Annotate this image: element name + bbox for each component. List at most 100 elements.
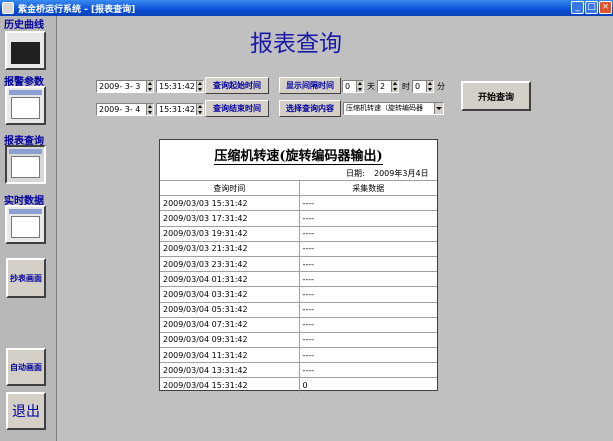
table-row: 2009/03/03 21:31:42 ---- [160,240,437,257]
start-time-spin-icon[interactable] [196,81,203,92]
start-time-picker[interactable]: 15:31:42 [156,80,204,93]
end-time-value: 15:31:42 [159,105,195,114]
column-header-value: 采集数据 [299,179,437,196]
content-selected-value: 压缩机转速（旋转编码器 [346,104,423,112]
end-date-value: 2009- 3- 4 [99,105,141,114]
row-value-cell: ---- [299,195,437,211]
row-value-cell: ---- [299,286,437,302]
report-thumbnail-header [9,149,42,154]
report-table: 查询时间 采集数据 2009/03/03 15:31:42 ---- 2009/03… [160,179,437,394]
minimize-button[interactable]: _ [571,1,584,14]
table-row: 2009/03/04 13:31:42 ---- [160,362,437,378]
row-time-cell: 2009/03/04 07:31:42 [160,316,300,333]
report-table-body: 2009/03/03 15:31:42 ---- 2009/03/03 17:31:… [160,195,437,394]
content-select[interactable]: 压缩机转速（旋转编码器 [343,102,444,115]
table-row: 2009/03/03 15:31:42 ---- [160,195,437,211]
window-title: 紫金桥运行系统 - [报表查询] [18,4,136,15]
interval-minutes-value: 0 [415,82,421,91]
end-date-picker[interactable]: 2009- 3- 4 [96,103,154,116]
row-value-cell: ---- [299,362,437,378]
unit-minute-label: 分 [437,82,445,91]
report-date-value: 2009年3月4日 [374,169,429,178]
row-value-cell: ---- [299,240,437,257]
row-time-cell: 2009/03/04 13:31:42 [160,362,300,378]
close-button[interactable]: × [599,1,612,14]
table-row: 2009/03/03 19:31:42 ---- [160,225,437,242]
row-value-cell: 0 [299,377,437,394]
row-time-cell: 2009/03/04 01:31:42 [160,271,300,287]
auto-screen-button[interactable]: 自动画面 [6,348,46,386]
realtime-thumbnail-icon [11,216,40,238]
table-row: 2009/03/04 03:31:42 ---- [160,286,437,302]
row-value-cell: ---- [299,255,437,272]
end-time-spin-icon[interactable] [196,104,203,115]
select-content-button[interactable]: 选择查询内容 [279,100,341,117]
interval-hours-stepper[interactable]: 2 [377,80,399,93]
sidebar: 历史曲线 报警参数 报表查询 实时数据 抄表画面 自动画面 退出 [0,16,57,441]
copy-screen-button[interactable]: 抄表画面 [6,258,46,298]
start-date-value: 2009- 3- 3 [99,82,141,91]
chevron-down-icon[interactable] [434,103,443,114]
maximize-button[interactable]: □ [585,1,598,14]
interval-minutes-stepper[interactable]: 0 [412,80,434,93]
row-time-cell: 2009/03/03 19:31:42 [160,225,300,242]
report-date-label: 日期: [346,169,365,178]
table-row: 2009/03/04 07:31:42 ---- [160,316,437,333]
row-value-cell: ---- [299,210,437,227]
end-date-spin-icon[interactable] [146,104,153,115]
nav-label-history: 历史曲线 [4,20,44,31]
report-title-text: 压缩机转速(旋转编码器输出) [214,149,383,165]
row-value-cell: ---- [299,225,437,242]
row-value-cell: ---- [299,347,437,363]
window-controls: _ □ × [571,1,612,14]
realtime-thumbnail-header [9,209,42,214]
title-bar: 紫金桥运行系统 - [报表查询] _ □ × [0,0,613,16]
display-interval-button[interactable]: 显示间隔时间 [279,77,341,94]
end-time-picker[interactable]: 15:31:42 [156,103,204,116]
nav-realtime-data[interactable] [5,205,46,244]
exit-button[interactable]: 退出 [6,392,46,430]
table-row: 2009/03/04 09:31:42 ---- [160,331,437,348]
table-header-row: 查询时间 采集数据 [160,179,437,196]
row-time-cell: 2009/03/03 17:31:42 [160,210,300,227]
table-row: 2009/03/03 17:31:42 ---- [160,210,437,227]
row-time-cell: 2009/03/04 15:31:42 [160,377,300,394]
report-title: 压缩机转速(旋转编码器输出) [160,145,437,165]
table-row: 2009/03/03 23:31:42 ---- [160,255,437,272]
table-row: 2009/03/04 01:31:42 ---- [160,271,437,287]
column-header-time: 查询时间 [160,179,300,196]
start-time-value: 15:31:42 [159,82,195,91]
nav-report-query[interactable] [5,145,46,184]
start-query-button[interactable]: 开始查询 [461,81,531,111]
report-panel: 压缩机转速(旋转编码器输出) 日期: 2009年3月4日 查询时间 采集数据 2… [159,139,438,394]
row-time-cell: 2009/03/04 09:31:42 [160,331,300,348]
row-value-cell: ---- [299,271,437,287]
nav-history-trend[interactable] [5,31,46,70]
unit-day-label: 天 [367,82,375,91]
interval-days-spin-icon[interactable] [356,81,363,92]
table-row: 2009/03/04 05:31:42 ---- [160,301,437,318]
alarm-thumbnail-header [9,90,42,95]
start-date-spin-icon[interactable] [146,81,153,92]
start-date-picker[interactable]: 2009- 3- 3 [96,80,154,93]
nav-alarm-params[interactable] [5,86,46,125]
row-time-cell: 2009/03/03 23:31:42 [160,255,300,272]
table-row: 2009/03/04 11:31:42 ---- [160,347,437,363]
page-title: 报表查询 [250,31,342,57]
unit-hour-label: 时 [402,82,410,91]
row-value-cell: ---- [299,301,437,318]
interval-minutes-spin-icon[interactable] [426,81,433,92]
interval-days-value: 0 [345,82,351,91]
row-time-cell: 2009/03/03 15:31:42 [160,195,300,211]
table-row: 2009/03/04 15:31:42 0 [160,377,437,394]
alarm-thumbnail-icon [11,97,40,119]
interval-hours-spin-icon[interactable] [391,81,398,92]
row-time-cell: 2009/03/04 05:31:42 [160,301,300,318]
interval-hours-value: 2 [380,82,386,91]
query-start-time-button[interactable]: 查询起始时间 [205,77,269,94]
interval-days-stepper[interactable]: 0 [342,80,364,93]
row-time-cell: 2009/03/04 11:31:42 [160,347,300,363]
row-value-cell: ---- [299,316,437,333]
query-end-time-button[interactable]: 查询结束时间 [205,100,269,117]
report-thumbnail-icon [11,156,40,178]
